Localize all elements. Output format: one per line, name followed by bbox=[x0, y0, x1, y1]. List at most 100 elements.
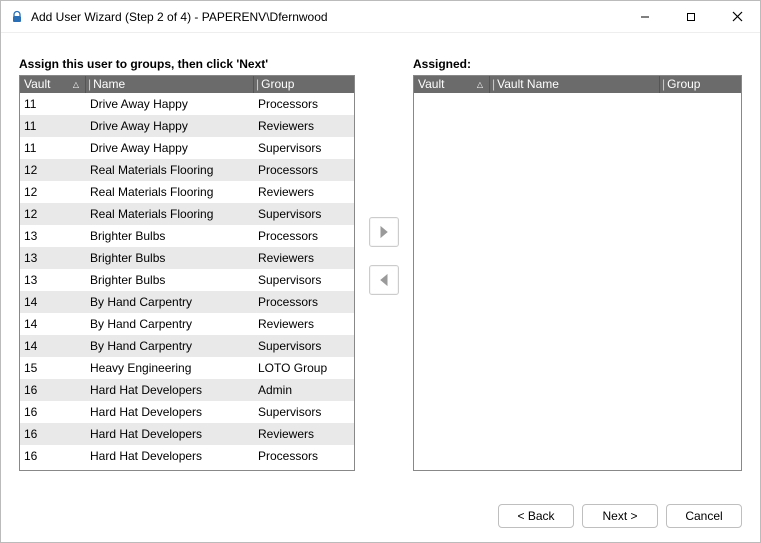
cell-group: Reviewers bbox=[254, 313, 354, 335]
table-row[interactable]: 15Heavy EngineeringLOTO Group bbox=[20, 357, 354, 379]
table-row[interactable]: 12Real Materials FlooringSupervisors bbox=[20, 203, 354, 225]
available-groups-panel: Assign this user to groups, then click '… bbox=[19, 57, 355, 471]
cell-vault: 12 bbox=[20, 203, 86, 225]
table-row[interactable]: 16Hard Hat DevelopersAdmin bbox=[20, 379, 354, 401]
title-bar: Add User Wizard (Step 2 of 4) - PAPERENV… bbox=[1, 1, 760, 33]
table-row[interactable]: 12Real Materials FlooringReviewers bbox=[20, 181, 354, 203]
back-button[interactable]: < Back bbox=[498, 504, 574, 528]
cell-name: Real Materials Flooring bbox=[86, 203, 254, 225]
cell-group: Supervisors bbox=[254, 269, 354, 291]
cell-name: Drive Away Happy bbox=[86, 115, 254, 137]
cell-group: Processors bbox=[254, 445, 354, 467]
cell-name: Brighter Bulbs bbox=[86, 225, 254, 247]
cell-vault: 11 bbox=[20, 115, 86, 137]
cell-vault: 11 bbox=[20, 93, 86, 115]
cell-name: Hard Hat Developers bbox=[86, 379, 254, 401]
cell-name: Real Materials Flooring bbox=[86, 159, 254, 181]
sort-asc-icon: △ bbox=[73, 76, 79, 93]
table-row[interactable]: 16Hard Hat DevelopersSupervisors bbox=[20, 401, 354, 423]
assigned-label: Assigned: bbox=[413, 57, 742, 71]
cell-vault: 11 bbox=[20, 137, 86, 159]
cell-group: Reviewers bbox=[254, 423, 354, 445]
table-row[interactable]: 11Drive Away HappyReviewers bbox=[20, 115, 354, 137]
cell-name: Brighter Bulbs bbox=[86, 269, 254, 291]
available-list-body[interactable]: 11Drive Away HappyProcessors11Drive Away… bbox=[20, 93, 354, 470]
cell-vault: 14 bbox=[20, 335, 86, 357]
cell-vault: 16 bbox=[20, 445, 86, 467]
transfer-buttons bbox=[355, 57, 413, 295]
minimize-button[interactable] bbox=[622, 1, 668, 32]
table-row[interactable]: 16Hard Hat DevelopersReviewers bbox=[20, 423, 354, 445]
unassign-button[interactable] bbox=[369, 265, 399, 295]
col-header-vault[interactable]: Vault △ bbox=[414, 76, 490, 93]
cell-vault: 13 bbox=[20, 247, 86, 269]
table-row[interactable]: 13Brighter BulbsReviewers bbox=[20, 247, 354, 269]
col-header-vault[interactable]: Vault △ bbox=[20, 76, 86, 93]
cell-name: Heavy Engineering bbox=[86, 357, 254, 379]
cell-group: Processors bbox=[254, 159, 354, 181]
cell-group: LOTO Group bbox=[254, 357, 354, 379]
cell-vault: 16 bbox=[20, 401, 86, 423]
cell-group: Processors bbox=[254, 225, 354, 247]
cell-group: Processors bbox=[254, 291, 354, 313]
cell-group: Supervisors bbox=[254, 335, 354, 357]
cell-group: Supervisors bbox=[254, 203, 354, 225]
close-button[interactable] bbox=[714, 1, 760, 32]
available-groups-list[interactable]: Vault △ |Name |Group 11Drive Away HappyP… bbox=[19, 75, 355, 471]
cell-vault: 14 bbox=[20, 291, 86, 313]
cell-vault: 16 bbox=[20, 379, 86, 401]
cell-vault: 12 bbox=[20, 159, 86, 181]
assigned-list-body[interactable] bbox=[414, 93, 741, 470]
cell-group: Processors bbox=[254, 93, 354, 115]
table-row[interactable]: 14By Hand CarpentryReviewers bbox=[20, 313, 354, 335]
sort-asc-icon: △ bbox=[477, 76, 483, 93]
available-list-header: Vault △ |Name |Group bbox=[20, 76, 354, 93]
table-row[interactable]: 16Hard Hat DevelopersProcessors bbox=[20, 445, 354, 467]
next-button[interactable]: Next > bbox=[582, 504, 658, 528]
cell-name: Hard Hat Developers bbox=[86, 445, 254, 467]
col-header-group[interactable]: |Group bbox=[660, 76, 741, 93]
table-row[interactable]: 14By Hand CarpentryProcessors bbox=[20, 291, 354, 313]
table-row[interactable]: 13Brighter BulbsProcessors bbox=[20, 225, 354, 247]
cell-name: By Hand Carpentry bbox=[86, 335, 254, 357]
table-row[interactable]: 11Drive Away HappyProcessors bbox=[20, 93, 354, 115]
cell-group: Reviewers bbox=[254, 181, 354, 203]
cell-name: By Hand Carpentry bbox=[86, 291, 254, 313]
window-title: Add User Wizard (Step 2 of 4) - PAPERENV… bbox=[31, 10, 622, 24]
assign-button[interactable] bbox=[369, 217, 399, 247]
cell-group: Reviewers bbox=[254, 115, 354, 137]
cell-name: Brighter Bulbs bbox=[86, 247, 254, 269]
cell-vault: 15 bbox=[20, 357, 86, 379]
cancel-button[interactable]: Cancel bbox=[666, 504, 742, 528]
table-row[interactable]: 11Drive Away HappySupervisors bbox=[20, 137, 354, 159]
cell-group: Supervisors bbox=[254, 137, 354, 159]
cell-name: By Hand Carpentry bbox=[86, 313, 254, 335]
col-header-name[interactable]: |Name bbox=[86, 76, 254, 93]
cell-name: Real Materials Flooring bbox=[86, 181, 254, 203]
cell-name: Hard Hat Developers bbox=[86, 423, 254, 445]
cell-name: Drive Away Happy bbox=[86, 93, 254, 115]
wizard-footer: < Back Next > Cancel bbox=[1, 494, 760, 542]
col-header-vault-name[interactable]: |Vault Name bbox=[490, 76, 660, 93]
assigned-groups-panel: Assigned: Vault △ |Vault Name |Group bbox=[413, 57, 742, 471]
assigned-groups-list[interactable]: Vault △ |Vault Name |Group bbox=[413, 75, 742, 471]
assigned-list-header: Vault △ |Vault Name |Group bbox=[414, 76, 741, 93]
cell-group: Supervisors bbox=[254, 401, 354, 423]
window-controls bbox=[622, 1, 760, 32]
cell-name: Hard Hat Developers bbox=[86, 401, 254, 423]
cell-vault: 16 bbox=[20, 423, 86, 445]
cell-vault: 13 bbox=[20, 269, 86, 291]
col-header-group[interactable]: |Group bbox=[254, 76, 354, 93]
cell-vault: 12 bbox=[20, 181, 86, 203]
wizard-content: Assign this user to groups, then click '… bbox=[1, 33, 760, 494]
cell-vault: 14 bbox=[20, 313, 86, 335]
cell-name: Drive Away Happy bbox=[86, 137, 254, 159]
maximize-button[interactable] bbox=[668, 1, 714, 32]
table-row[interactable]: 12Real Materials FlooringProcessors bbox=[20, 159, 354, 181]
cell-vault: 13 bbox=[20, 225, 86, 247]
cell-group: Admin bbox=[254, 379, 354, 401]
lock-icon bbox=[9, 9, 25, 25]
instruction-text: Assign this user to groups, then click '… bbox=[19, 57, 355, 71]
table-row[interactable]: 13Brighter BulbsSupervisors bbox=[20, 269, 354, 291]
table-row[interactable]: 14By Hand CarpentrySupervisors bbox=[20, 335, 354, 357]
